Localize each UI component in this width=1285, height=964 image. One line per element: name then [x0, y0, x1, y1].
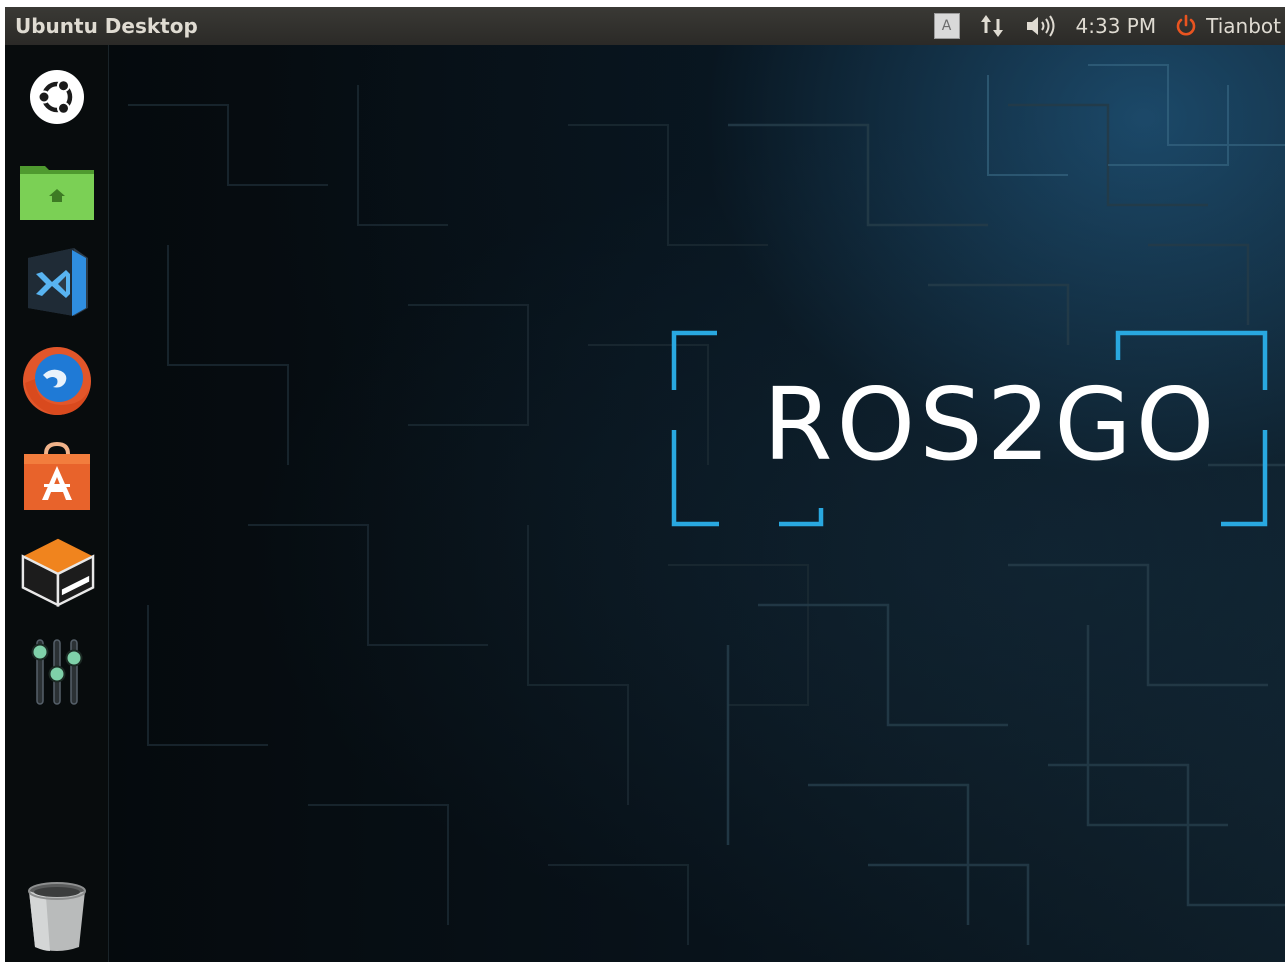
volume-icon: [1026, 15, 1055, 37]
volume-indicator[interactable]: [1015, 7, 1067, 45]
launcher-firefox[interactable]: [19, 343, 95, 419]
desktop-screen: Ubuntu Desktop A 4:33 PM Tianbot ROS2GO: [5, 7, 1285, 962]
power-icon: [1176, 14, 1196, 36]
firefox-icon: [23, 347, 91, 415]
launcher-vscode[interactable]: [19, 244, 95, 320]
keyboard-indicator[interactable]: A: [925, 7, 969, 45]
launcher-system-settings[interactable]: [19, 634, 95, 710]
keyboard-layout-icon: A: [933, 13, 960, 39]
ubuntu-logo-icon: [30, 70, 84, 124]
desktop-wallpaper[interactable]: ROS2GO: [108, 45, 1285, 962]
workspace-switcher-icon: [21, 538, 95, 608]
user-name: Tianbot: [1206, 14, 1281, 38]
panel-indicators: A 4:33 PM Tianbot: [925, 7, 1285, 45]
network-indicator[interactable]: [969, 7, 1015, 45]
clock: 4:33 PM: [1075, 14, 1157, 38]
window-title: Ubuntu Desktop: [15, 14, 198, 38]
software-center-icon: [24, 441, 90, 510]
network-updown-icon: [980, 15, 1003, 37]
home-folder-icon: [20, 166, 94, 220]
launcher-workspace-switcher[interactable]: [19, 531, 95, 608]
vscode-icon: [28, 248, 88, 316]
launcher-home-folder[interactable]: [19, 154, 95, 230]
launcher-trash[interactable]: [19, 879, 95, 955]
launcher-software-center[interactable]: [19, 438, 95, 514]
brand-logo-text: ROS2GO: [763, 366, 1219, 483]
launcher: [5, 45, 109, 962]
top-panel: Ubuntu Desktop A 4:33 PM Tianbot: [5, 7, 1285, 45]
trash-icon: [28, 882, 86, 951]
settings-sliders-icon: [31, 639, 83, 705]
session-indicator[interactable]: Tianbot: [1165, 7, 1285, 45]
launcher-dash-button[interactable]: [19, 59, 95, 135]
clock-indicator[interactable]: 4:33 PM: [1067, 7, 1166, 45]
